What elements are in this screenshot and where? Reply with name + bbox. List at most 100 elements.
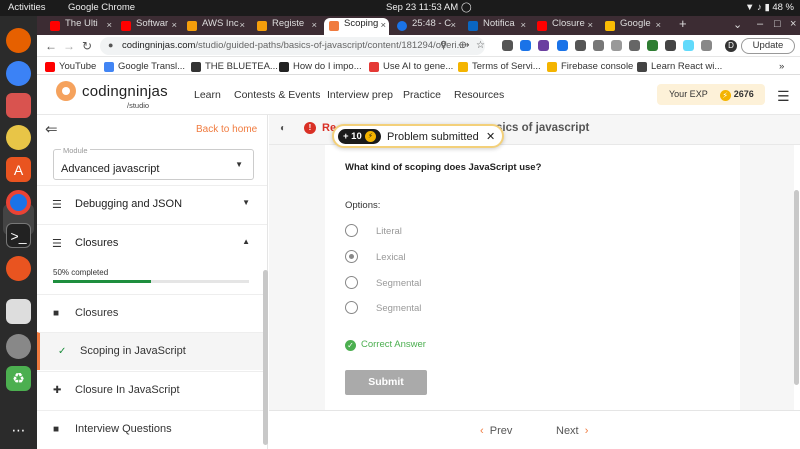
submit-button[interactable]: Submit [345,370,427,395]
bookmark-item[interactable]: Terms of Servi... [458,61,541,72]
codingninjas-logo[interactable]: codingninjas /studio [56,81,168,110]
back-to-home-link[interactable]: Back to home [196,124,257,135]
files-icon[interactable] [6,93,31,118]
option-label: Literal [376,226,402,237]
extension-icon[interactable] [575,40,586,51]
system-status[interactable]: ▼ ♪ ▮ 48 % [745,2,794,13]
bookmark-item[interactable]: THE BLUETEA... [191,61,278,72]
update-button[interactable]: Update [741,38,795,54]
close-icon[interactable]: ✕ [486,130,495,143]
hamburger-menu-icon[interactable]: ☰ [777,88,790,105]
close-icon[interactable]: × [106,20,112,31]
sidebar-scrollbar[interactable] [263,270,268,445]
thunderbird-icon[interactable] [6,61,31,86]
extension-icon[interactable] [629,40,640,51]
nav-resources[interactable]: Resources [454,89,504,101]
back-arrow-icon[interactable]: ← [45,39,57,53]
nav-learn[interactable]: Learn [194,89,221,101]
browser-tab[interactable]: 25:48 - C × [392,18,459,35]
terminal-icon[interactable]: >_ [6,223,31,248]
tab-search-icon[interactable]: ⌄ [733,18,742,31]
browser-tab[interactable]: Google × [600,18,664,35]
bookmark-item[interactable]: Google Transl... [104,61,185,72]
sidebar-item-closures[interactable]: ■ Closures [37,294,267,332]
radio-button-selected[interactable] [345,250,358,263]
sidebar-item-interview-questions[interactable]: ■ Interview Questions [37,410,267,448]
close-window-icon[interactable]: × [790,18,796,30]
react-devtools-icon[interactable] [683,40,694,51]
share-icon[interactable]: ⟴ [458,40,470,51]
firefox-icon[interactable] [6,28,31,53]
image-viewer-icon[interactable] [6,299,31,324]
next-button[interactable]: Next › [556,425,588,437]
puzzle-icon[interactable] [665,40,676,51]
extension-icon[interactable] [502,40,513,51]
bookmark-item[interactable]: How do I impo... [279,61,362,72]
bookmark-item[interactable]: YouTube [45,61,96,72]
postman-icon[interactable] [6,256,31,281]
app-menu[interactable]: Google Chrome [68,2,135,13]
nav-practice[interactable]: Practice [403,89,441,101]
browser-tab-active[interactable]: Scoping × [324,18,389,35]
close-icon[interactable]: × [520,20,526,31]
rhythmbox-icon[interactable] [6,125,31,150]
disk-icon[interactable] [6,334,31,359]
nav-contests[interactable]: Contests & Events [234,89,320,101]
close-icon[interactable]: × [450,20,456,31]
content-scrollbar[interactable] [794,190,799,385]
radio-button[interactable] [345,224,358,237]
bookmark-item[interactable]: Learn React wi... [637,61,722,72]
software-icon[interactable]: A [6,157,31,182]
bookmark-item[interactable]: Use AI to gene... [369,61,453,72]
section-debugging-json[interactable]: ☰ Debugging and JSON ▼ [37,185,267,223]
close-icon[interactable]: × [587,20,593,31]
clock[interactable]: Sep 23 11:53 AM [386,2,458,13]
bookmark-item[interactable]: Firebase console [547,61,633,72]
extension-icon[interactable] [557,40,568,51]
forward-arrow-icon[interactable]: → [63,39,75,53]
close-icon[interactable]: × [380,20,386,31]
chrome-icon[interactable] [6,190,31,215]
report-icon[interactable]: ! [304,122,316,134]
radio-button[interactable] [345,301,358,314]
show-apps-icon[interactable]: ⋯ [6,418,31,443]
close-icon[interactable]: × [171,20,177,31]
new-tab-icon[interactable]: + [679,16,687,31]
extension-icon[interactable] [593,40,604,51]
nav-interview-prep[interactable]: Interview prep [327,89,393,101]
bookmark-star-icon[interactable]: ☆ [476,40,485,51]
trash-icon[interactable]: ♻ [6,366,31,391]
browser-tab[interactable]: Notifica × [463,18,529,35]
bookmarks-overflow-icon[interactable]: » [779,61,784,72]
exp-badge[interactable]: Your EXP ⚡ 2676 [657,84,765,105]
extension-icon[interactable] [520,40,531,51]
section-closures[interactable]: ☰ Closures ▲ [37,224,267,262]
reload-icon[interactable]: ↻ [82,39,92,53]
browser-tab[interactable]: Softwar × [116,18,180,35]
sidebar-item-closure-in-js[interactable]: ✚ Closure In JavaScript [37,371,267,409]
extension-icon[interactable] [647,40,658,51]
zoom-icon[interactable]: ⚲ [440,40,447,51]
dark-mode-icon[interactable]: ◐ [280,123,286,134]
sidebar-item-scoping[interactable]: ✓ Scoping in JavaScript [37,332,267,370]
collapse-sidebar-icon[interactable]: ⇐ [45,120,58,138]
browser-tab[interactable]: The Ulti × [45,18,115,35]
maximize-icon[interactable]: □ [774,18,781,30]
browser-tab[interactable]: Closure × [532,18,596,35]
activities-button[interactable]: Activities [8,2,45,13]
url-input[interactable]: ● codingninjas.com/studio/guided-paths/b… [100,37,485,55]
minimize-icon[interactable]: – [757,18,763,30]
radio-button[interactable] [345,276,358,289]
bookmark-label: Use AI to gene... [383,61,454,72]
close-icon[interactable]: × [311,20,317,31]
close-icon[interactable]: × [239,20,245,31]
extension-icon[interactable] [538,40,549,51]
profile-avatar[interactable]: D [725,40,737,52]
browser-tab[interactable]: AWS Inc × [182,18,248,35]
side-panel-icon[interactable] [701,40,712,51]
module-select[interactable]: Module Advanced javascript ▼ [53,146,254,180]
extension-icon[interactable] [611,40,622,51]
browser-tab[interactable]: Registe × [252,18,320,35]
close-icon[interactable]: × [655,20,661,31]
prev-button[interactable]: ‹ Prev [480,425,512,437]
